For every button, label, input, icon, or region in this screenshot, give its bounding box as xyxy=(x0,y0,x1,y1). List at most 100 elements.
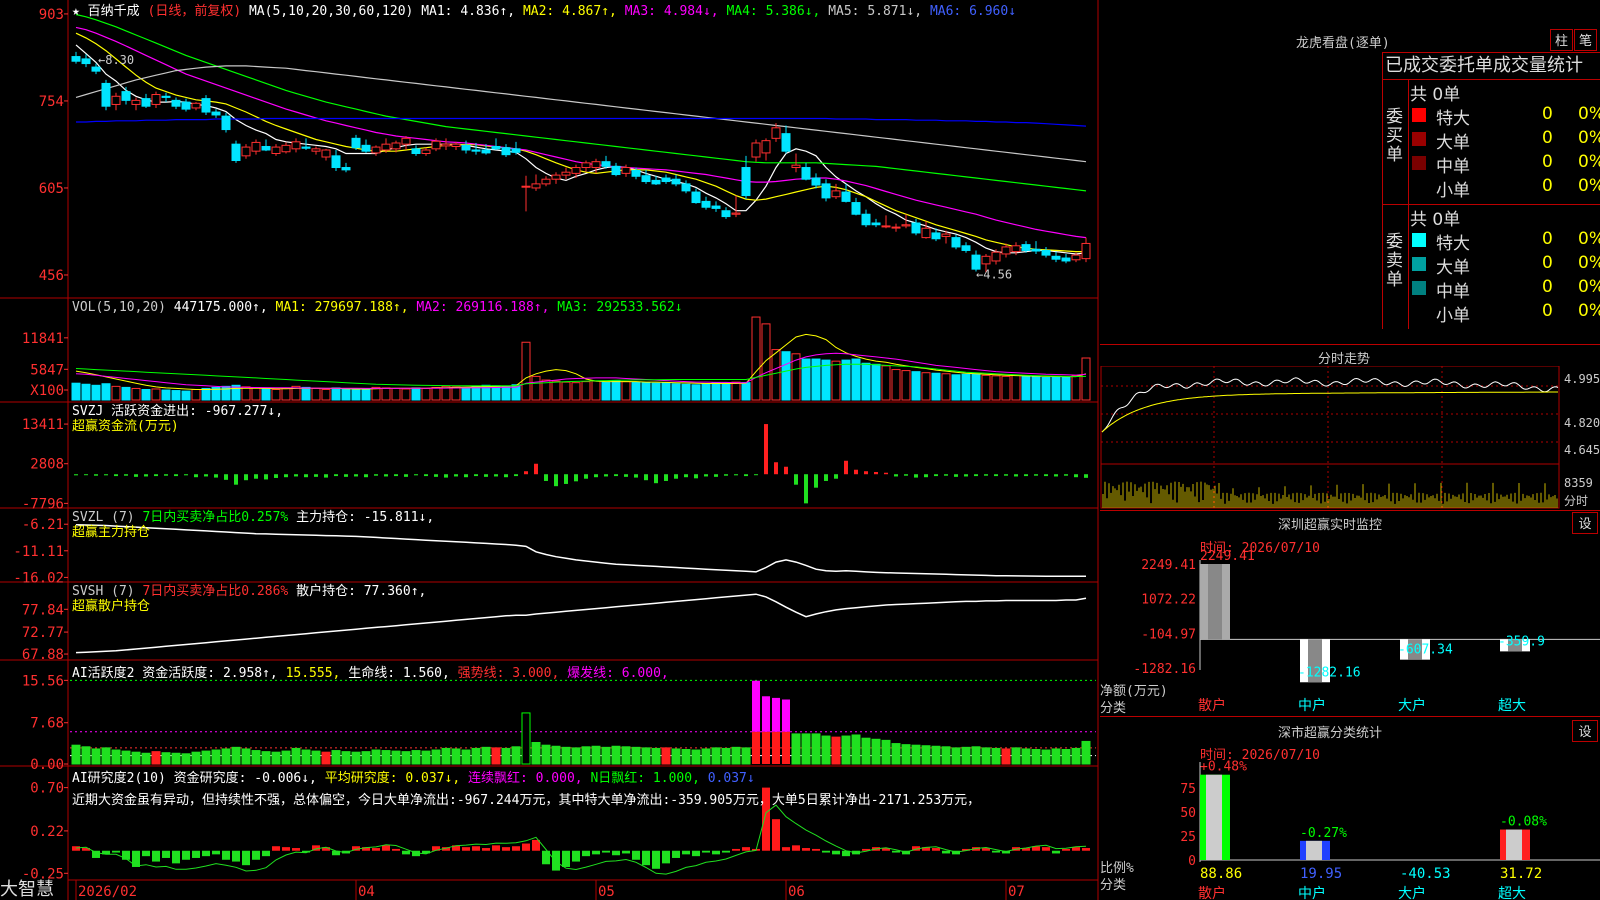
research-bar xyxy=(142,850,150,857)
candle xyxy=(301,146,311,149)
candle xyxy=(191,102,201,109)
research-bar xyxy=(372,848,380,851)
activity-bar xyxy=(941,746,951,765)
activity-bar xyxy=(361,751,371,765)
bar-shade xyxy=(1208,564,1222,640)
activity-bar xyxy=(81,746,91,765)
legend-swatch xyxy=(1412,281,1426,295)
research-bar xyxy=(72,846,80,851)
svzl-y-label: -16.02 xyxy=(13,570,64,586)
sz-class-settings-button[interactable]: 设 xyxy=(1572,720,1598,742)
candle xyxy=(261,145,271,151)
price-y-label: 754 xyxy=(39,94,64,110)
fund-flow-bar xyxy=(124,474,128,476)
candle xyxy=(731,212,741,215)
sz-class-chart[interactable]: 75 50 25 0 +0.48% 88.86 散户 -0.27% 19.95 中户 -40.53 大… xyxy=(1100,756,1600,900)
stats-row-pct: 0% xyxy=(1578,253,1600,273)
activity-bar xyxy=(772,731,780,764)
sz-class-category: 大户 xyxy=(1398,885,1426,900)
candle xyxy=(251,141,261,152)
fund-flow-bar xyxy=(1084,474,1088,478)
volume-bar xyxy=(681,383,691,401)
ma3-value: MA3: 4.984↓, xyxy=(624,4,719,19)
volume-bar xyxy=(321,389,331,401)
activity-bar xyxy=(1071,747,1081,765)
column-view-button[interactable]: 柱 xyxy=(1550,29,1573,51)
activity-bar xyxy=(762,731,770,764)
fund-flow-bar xyxy=(184,474,188,476)
candle xyxy=(331,155,341,169)
activity-bar xyxy=(431,749,441,765)
activity-bar xyxy=(461,749,471,765)
fund-flow-bar xyxy=(1024,474,1028,477)
sz-monitor-chart[interactable]: 2249.41 1072.22 -104.97 -1282.16 2249.41 散户 -1… xyxy=(1100,550,1600,720)
vol-label: VOL(5,10,20) xyxy=(72,300,166,315)
fund-flow-bar xyxy=(614,474,618,477)
sz-class-cat-label: 分类 xyxy=(1100,878,1127,893)
intraday-title: 分时走势 xyxy=(1318,352,1371,367)
volume-bar xyxy=(951,374,961,401)
research-bar xyxy=(512,846,520,851)
intraday-price-line xyxy=(1101,377,1559,433)
activity-bar xyxy=(531,742,541,765)
research-bar xyxy=(672,850,680,858)
fund-flow-bar xyxy=(544,474,548,481)
candle xyxy=(591,161,601,169)
candle xyxy=(551,174,561,180)
star-icon[interactable]: ★ xyxy=(72,4,80,19)
research-bar xyxy=(832,850,840,855)
activity-bar xyxy=(541,744,551,765)
volume-bar xyxy=(81,383,91,401)
stats-row: 大单 0 0% xyxy=(1410,253,1600,278)
research-bar xyxy=(182,850,190,860)
activity-bar xyxy=(931,745,941,765)
fund-flow-bar xyxy=(384,474,388,477)
period-label[interactable]: (日线，前复权) xyxy=(148,4,242,19)
candle xyxy=(1071,254,1081,261)
research-bar xyxy=(692,850,700,857)
stats-row: 大单 0 0% xyxy=(1410,128,1600,153)
legend-swatch xyxy=(1412,108,1426,122)
tick-view-button[interactable]: 笔 xyxy=(1574,29,1597,51)
sz-monitor-settings-button[interactable]: 设 xyxy=(1572,512,1598,534)
volume-bar xyxy=(521,341,531,401)
fund-flow-bar xyxy=(434,474,438,477)
candle xyxy=(611,165,621,176)
vol-header: VOL(5,10,20) 447175.000↑, MA1: 279697.18… xyxy=(72,300,683,315)
activity-bar xyxy=(871,738,881,765)
volume-bar xyxy=(841,359,851,401)
candle xyxy=(71,56,81,62)
candle xyxy=(461,144,471,151)
activity-bar xyxy=(1001,748,1011,765)
fund-flow-bar xyxy=(824,474,828,481)
fund-flow-bar xyxy=(704,474,708,477)
research-bar xyxy=(282,847,290,851)
activity-bar xyxy=(481,746,491,765)
stats-row-pct: 0% xyxy=(1578,104,1600,124)
activity-bar xyxy=(421,750,431,765)
fund-flow-bar xyxy=(454,474,458,477)
candle xyxy=(911,222,921,234)
main-chart-header: ★ 百纳千成 (日线，前复权) MA(5,10,20,30,60,120) MA… xyxy=(72,0,1016,19)
candle xyxy=(851,202,861,215)
candle xyxy=(161,95,171,98)
fund-flow-bar xyxy=(354,474,358,477)
volume-bar xyxy=(611,380,621,401)
activity-bar xyxy=(762,696,770,732)
fund-flow-bar xyxy=(234,474,238,485)
candle xyxy=(1061,257,1071,262)
main-chart-area[interactable]: ←8.30 ←4.56 903 754 605 456 11841 5847 X100 1341… xyxy=(0,0,1100,900)
candle xyxy=(501,147,511,156)
buy-side-label: 委买单 xyxy=(1386,107,1403,165)
research-bar xyxy=(192,850,200,858)
sz-monitor-y-label: 1072.22 xyxy=(1141,593,1196,608)
fund-flow-bar xyxy=(224,474,228,480)
fund-flow-bar xyxy=(264,474,268,480)
candle xyxy=(221,115,231,131)
intraday-chart[interactable] xyxy=(1100,366,1600,510)
fund-flow-bar xyxy=(754,474,758,476)
volume-bar xyxy=(201,387,211,401)
research-bar xyxy=(992,850,1000,853)
activity-bar xyxy=(752,731,760,764)
sz-class-value: 31.72 xyxy=(1500,866,1542,882)
